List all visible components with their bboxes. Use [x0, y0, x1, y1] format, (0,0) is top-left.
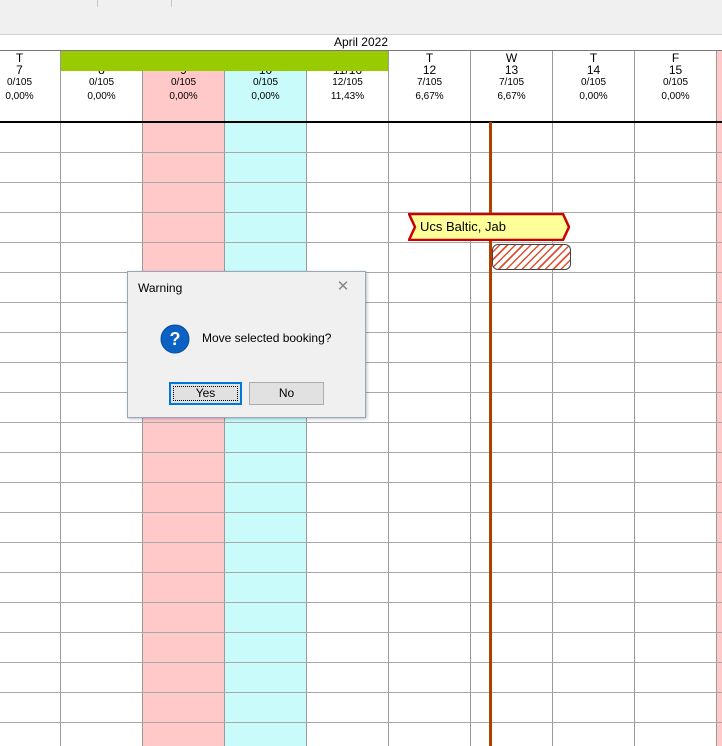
- toolbar-area: [0, 0, 722, 35]
- row-divider: [0, 632, 722, 633]
- no-button-label: No: [278, 386, 295, 400]
- day-percent: 0,00%: [87, 91, 116, 102]
- day-percent: 6,67%: [415, 91, 444, 102]
- day-occupancy: 0/105: [88, 77, 115, 88]
- occupancy-bar: [61, 51, 388, 71]
- tab-stub[interactable]: [0, 0, 98, 7]
- no-button[interactable]: No: [249, 382, 324, 405]
- row-divider: [0, 422, 722, 423]
- day-column[interactable]: F 15 0/105 0,00%: [635, 51, 717, 746]
- row-divider: [0, 482, 722, 483]
- day-percent: 0,00%: [169, 91, 198, 102]
- row-divider: [0, 602, 722, 603]
- row-divider: [0, 662, 722, 663]
- yes-button[interactable]: Yes: [169, 382, 242, 405]
- day-percent: 0,00%: [661, 91, 690, 102]
- close-icon[interactable]: ✕: [334, 278, 352, 296]
- row-divider: [0, 152, 722, 153]
- day-percent: 11,43%: [330, 91, 365, 102]
- month-title: April 2022: [0, 34, 722, 51]
- question-icon: ?: [160, 324, 190, 354]
- day-number: 15: [668, 63, 683, 77]
- booking-bar[interactable]: Ucs Baltic, Jab: [408, 213, 570, 241]
- row-divider: [0, 692, 722, 693]
- day-percent: 0,00%: [579, 91, 608, 102]
- svg-text:?: ?: [170, 329, 181, 349]
- day-occupancy: 0/105: [662, 77, 689, 88]
- day-column[interactable]: T 12 7/105 6,67%: [389, 51, 471, 746]
- day-percent: 6,67%: [497, 91, 526, 102]
- booking-drag-preview[interactable]: [492, 244, 571, 270]
- day-number: 14: [586, 63, 601, 77]
- day-column[interactable]: W 13 7/105 6,67%: [471, 51, 553, 746]
- day-occupancy: 7/105: [416, 77, 443, 88]
- row-divider: [0, 542, 722, 543]
- next-weekend-column[interactable]: [716, 51, 722, 746]
- row-divider: [0, 212, 722, 213]
- day-column[interactable]: T 14 0/105 0,00%: [553, 51, 635, 746]
- day-percent: 0,00%: [5, 91, 34, 102]
- day-occupancy: 0/105: [252, 77, 279, 88]
- day-occupancy: 12/105: [332, 77, 363, 88]
- day-number: 13: [504, 63, 519, 77]
- day-occupancy: 0/105: [6, 77, 33, 88]
- dialog-body: ? Move selected booking?: [128, 304, 365, 370]
- day-occupancy: 0/105: [170, 77, 197, 88]
- row-divider: [0, 722, 722, 723]
- day-occupancy: 7/105: [498, 77, 525, 88]
- day-number: 12: [422, 63, 437, 77]
- row-divider: [0, 572, 722, 573]
- row-divider: [0, 182, 722, 183]
- day-occupancy: 0/105: [580, 77, 607, 88]
- row-divider: [0, 242, 722, 243]
- dialog-message: Move selected booking?: [202, 331, 332, 345]
- warning-dialog: Warning ✕ ? Move selected booking? Yes N…: [127, 271, 366, 418]
- day-column[interactable]: T 7 0/105 0,00%: [0, 51, 61, 746]
- tab-stub[interactable]: [98, 0, 172, 7]
- booking-label: Ucs Baltic, Jab: [420, 219, 506, 234]
- header-divider: [0, 121, 722, 123]
- row-divider: [0, 512, 722, 513]
- focus-ring: [173, 386, 238, 401]
- day-percent: 0,00%: [251, 91, 280, 102]
- row-divider: [0, 452, 722, 453]
- dialog-title: Warning: [138, 281, 183, 295]
- day-number: 7: [16, 63, 23, 77]
- day-dow: T: [15, 51, 24, 65]
